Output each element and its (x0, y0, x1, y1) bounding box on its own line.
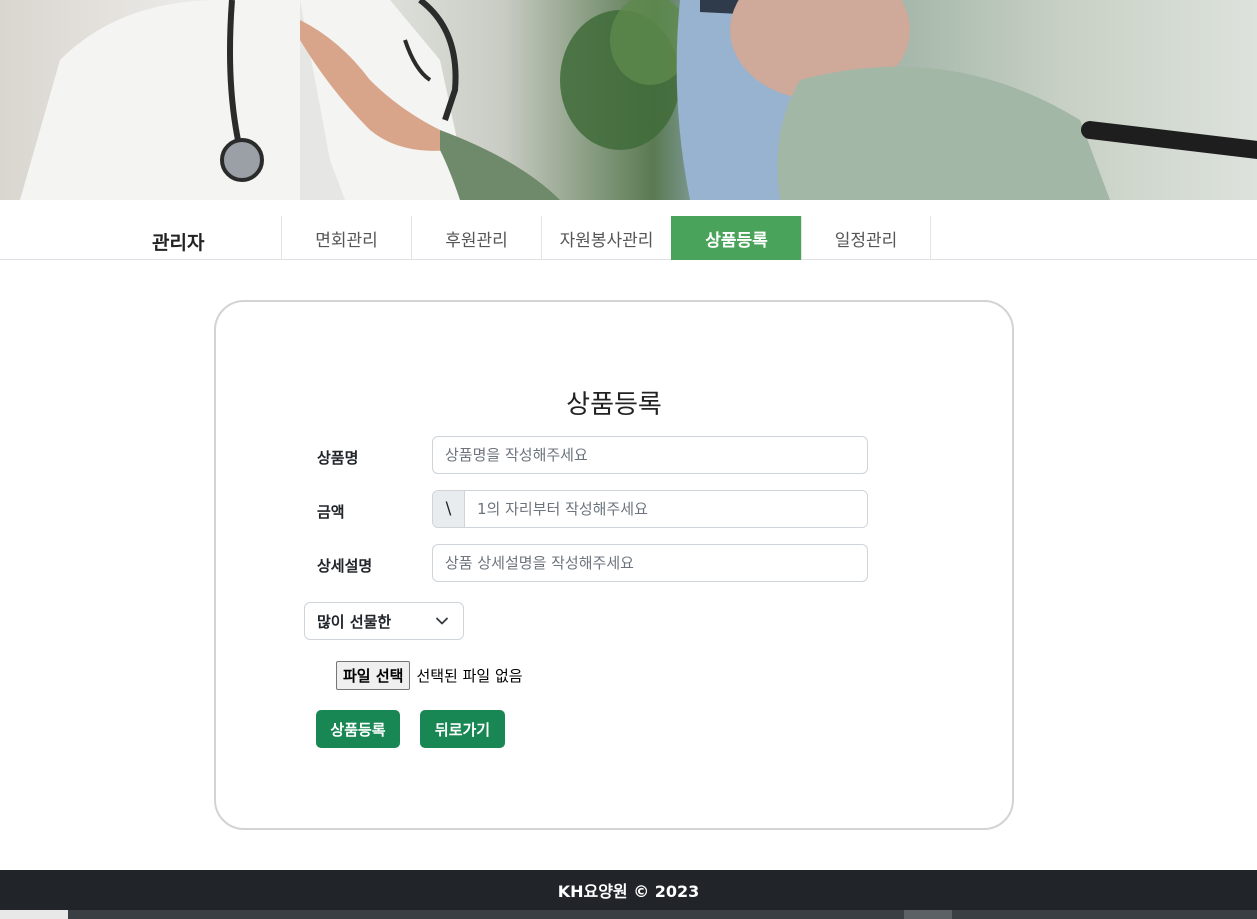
product-form-card: 상품등록 상품명 금액 \ 상세설명 많이 선물한 파일 선택 선택된 파일 없… (214, 300, 1014, 830)
product-name-input[interactable] (445, 446, 867, 464)
hero-banner-image (0, 0, 1257, 200)
price-input[interactable] (465, 491, 867, 527)
nav-item-volunteer-management[interactable]: 자원봉사관리 (541, 216, 671, 260)
description-input[interactable] (445, 554, 867, 572)
form-title: 상품등록 (566, 390, 662, 420)
nav-item-product-registration[interactable]: 상품등록 (671, 216, 801, 260)
footer: KH요양원 © 2023 (0, 870, 1257, 910)
file-status-text: 선택된 파일 없음 (416, 667, 523, 685)
currency-addon: \ (433, 491, 465, 527)
footer-copyright: KH요양원 © 2023 (557, 882, 700, 901)
nav-menu: 면회관리 후원관리 자원봉사관리 상품등록 일정관리 (281, 216, 931, 260)
back-button[interactable]: 뒤로가기 (420, 710, 505, 748)
description-label: 상세설명 (317, 557, 373, 575)
admin-navbar: 관리자 면회관리 후원관리 자원봉사관리 상품등록 일정관리 (0, 200, 1257, 260)
category-select[interactable]: 많이 선물한 (304, 602, 464, 640)
description-field (432, 544, 868, 582)
price-label: 금액 (317, 503, 345, 521)
price-input-group: \ (432, 490, 868, 528)
file-choose-button[interactable]: 파일 선택 (336, 661, 411, 690)
taskbar-segment (904, 910, 952, 919)
banner-illustration (20, 0, 1257, 200)
taskbar-segment (0, 910, 68, 919)
file-upload-row: 파일 선택 선택된 파일 없음 (336, 661, 523, 690)
nav-item-donation-management[interactable]: 후원관리 (411, 216, 541, 260)
taskbar-strip (0, 910, 1257, 919)
product-name-label: 상품명 (317, 449, 359, 467)
chevron-down-icon (436, 617, 448, 625)
product-name-field (432, 436, 868, 474)
register-product-button[interactable]: 상품등록 (316, 710, 400, 748)
nav-item-visit-management[interactable]: 면회관리 (281, 216, 411, 260)
category-selected-value: 많이 선물한 (317, 612, 392, 631)
nav-item-schedule-management[interactable]: 일정관리 (801, 216, 931, 260)
nav-brand[interactable]: 관리자 (152, 228, 204, 255)
